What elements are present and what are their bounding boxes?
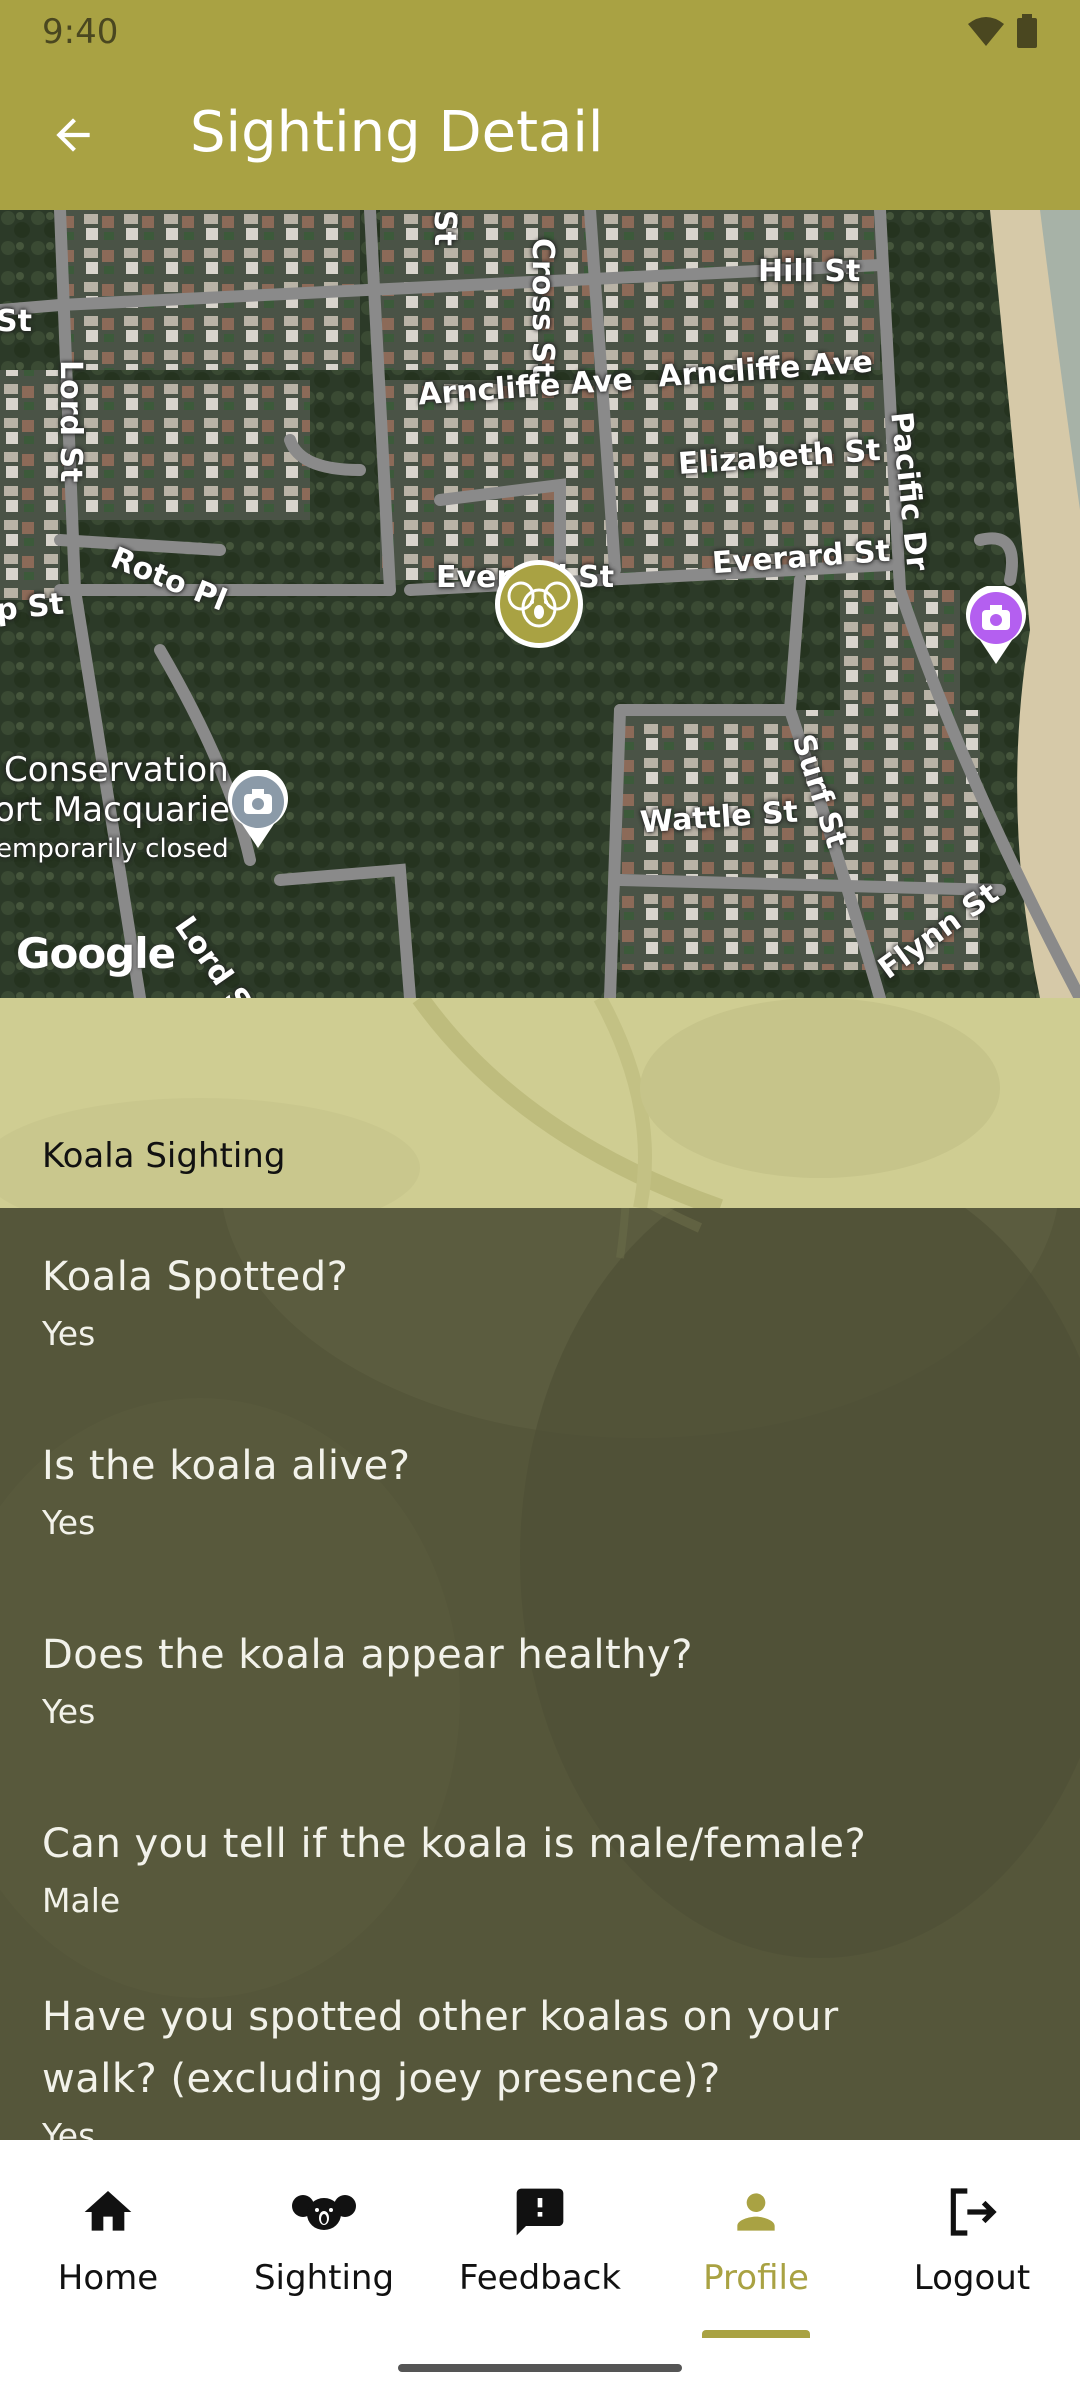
header-leaf-graphic xyxy=(0,998,1000,1208)
map-poi-status: emporarily closed xyxy=(0,834,229,864)
nav-feedback[interactable]: Feedback xyxy=(432,2180,648,2298)
list-item: Can you tell if the koala is male/female… xyxy=(0,1813,906,1920)
answer-text: Yes xyxy=(42,1503,96,1542)
nav-home[interactable]: Home xyxy=(0,2180,216,2298)
active-tab-indicator xyxy=(702,2330,810,2338)
nav-logout[interactable]: Logout xyxy=(864,2180,1080,2298)
section-title: Koala Sighting xyxy=(42,1136,286,1176)
bottom-navigation: Home Sighting Feedback Profile Logout xyxy=(0,2140,1080,2400)
nav-profile[interactable]: Profile xyxy=(648,2180,864,2298)
sighting-details: Koala Sighting Koala Spotted? Yes Is the… xyxy=(0,998,1080,2140)
map-label-st: St xyxy=(0,304,32,339)
poi-camera-marker[interactable] xyxy=(964,586,1028,666)
nav-label: Home xyxy=(57,2258,159,2298)
question-text: Is the koala alive? xyxy=(42,1443,411,1489)
map-view[interactable]: Hill St Cross St Arncliffe Ave Arncliffe… xyxy=(0,210,1080,998)
section-header: Koala Sighting xyxy=(0,998,1080,1208)
person-icon xyxy=(737,2193,775,2231)
map-label-st: St xyxy=(427,210,462,246)
map-label-p-st: p St xyxy=(0,586,66,629)
status-icons xyxy=(966,14,1038,48)
list-item: Is the koala alive? Yes xyxy=(0,1435,451,1542)
answer-text: Male xyxy=(42,1881,121,1920)
list-item: Does the koala appear healthy? Yes xyxy=(0,1624,733,1731)
answer-text: Yes xyxy=(42,1692,96,1731)
map-label-hill-st: Hill St xyxy=(758,254,861,289)
map-poi-name: ort Macquarie xyxy=(0,790,231,830)
back-button[interactable] xyxy=(38,100,108,170)
camera-pin-icon xyxy=(966,586,1026,664)
home-indicator[interactable] xyxy=(398,2364,682,2372)
question-text: Does the koala appear healthy? xyxy=(42,1632,693,1678)
question-text: Koala Spotted? xyxy=(42,1254,349,1300)
koala-icon xyxy=(292,2195,356,2230)
wifi-icon xyxy=(968,17,1004,46)
status-time: 9:40 xyxy=(42,12,119,52)
nav-label: Logout xyxy=(913,2258,1031,2298)
feedback-icon xyxy=(516,2188,564,2236)
logout-icon xyxy=(950,2188,997,2236)
google-attribution: Google xyxy=(16,929,176,978)
list-item: Have you spotted other koalas on your wa… xyxy=(0,1986,1000,2140)
nav-label: Sighting xyxy=(253,2258,395,2298)
nav-label: Feedback xyxy=(459,2258,621,2298)
app-bar: 9:40 Sighting Detail xyxy=(0,0,1080,210)
arrow-back-icon xyxy=(56,118,90,152)
home-icon xyxy=(84,2191,132,2231)
list-item: Koala Spotted? Yes xyxy=(0,1246,388,1353)
map-label-lord-st: Lord St xyxy=(53,360,88,483)
camera-pin-icon xyxy=(228,770,288,848)
map-label-cross-st: Cross St xyxy=(525,238,560,378)
page-title: Sighting Detail xyxy=(190,100,604,165)
koala-icon xyxy=(507,581,571,628)
koala-sighting-marker[interactable] xyxy=(495,560,583,648)
answer-text: Yes xyxy=(42,2116,96,2140)
nav-label: Profile xyxy=(703,2258,809,2298)
question-text: Can you tell if the koala is male/female… xyxy=(42,1821,867,1867)
poi-camera-marker[interactable] xyxy=(226,770,290,850)
map-poi-name: Conservation xyxy=(4,750,229,790)
answer-text: Yes xyxy=(42,1314,96,1353)
nav-sighting[interactable]: Sighting xyxy=(216,2180,432,2298)
battery-icon xyxy=(1017,14,1037,48)
question-text: Have you spotted other koalas on your wa… xyxy=(42,1994,839,2102)
